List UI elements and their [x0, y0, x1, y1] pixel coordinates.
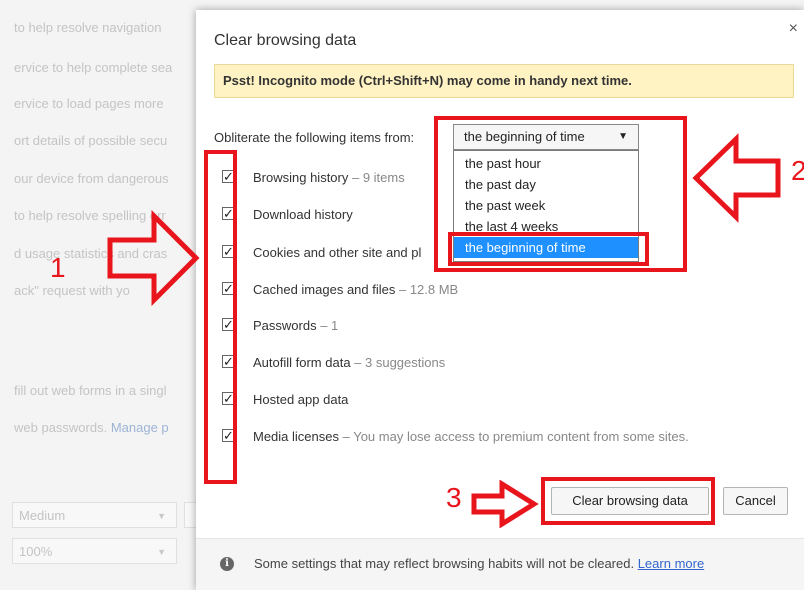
dialog-footer: i Some settings that may reflect browsin… — [196, 538, 804, 590]
checkbox-label: Passwords — [253, 318, 317, 333]
annotation-number-3: 3 — [446, 482, 462, 513]
cancel-button[interactable]: Cancel — [723, 487, 788, 515]
footer-note-text: Some settings that may reflect browsing … — [254, 556, 635, 571]
checkbox-detail: – 3 suggestions — [350, 355, 446, 370]
bg-passwords-prefix: web passwords. — [14, 420, 108, 435]
bg-zoom-value: 100% — [19, 544, 53, 559]
annotation-box-beginning-option — [448, 232, 649, 266]
checkbox-label: Hosted app data — [253, 392, 349, 407]
checkbox-detail: – 9 items — [348, 170, 405, 185]
checkbox-detail: – 1 — [316, 318, 339, 333]
obliterate-label: Obliterate the following items from: — [214, 130, 415, 145]
bg-setting-text: our device from dangerous — [14, 171, 169, 186]
footer-note: Some settings that may reflect browsing … — [254, 556, 704, 571]
bg-setting-text: to help resolve navigation — [14, 20, 162, 35]
checkbox-label: Media licenses — [253, 429, 339, 444]
learn-more-link[interactable]: Learn more — [638, 556, 704, 571]
annotation-box-clear-button — [541, 477, 715, 525]
chevron-down-icon: ▼ — [157, 511, 166, 521]
bg-setting-text: ervice to load pages more — [14, 96, 164, 111]
bg-passwords-text: web passwords. Manage p — [14, 420, 169, 435]
outline-arrow-icon — [692, 133, 781, 223]
annotation-number-1: 1 — [50, 252, 66, 283]
bg-font-size-value: Medium — [19, 508, 66, 523]
chevron-down-icon: ▼ — [157, 547, 166, 557]
outline-arrow-icon — [107, 210, 200, 306]
checkbox-label: Cached images and files — [253, 282, 396, 297]
bg-font-size-select: Medium ▼ — [12, 502, 177, 528]
close-icon[interactable]: × — [789, 20, 798, 38]
checkbox-label: Autofill form data — [253, 355, 351, 370]
checkbox-label: Browsing history — [253, 170, 349, 185]
bg-manage-passwords-link: Manage p — [110, 420, 169, 435]
dialog-title: Clear browsing data — [214, 32, 357, 49]
bg-setting-text: ort details of possible secu — [14, 133, 168, 148]
outline-arrow-icon — [471, 480, 539, 528]
bg-setting-text: fill out web forms in a singl — [14, 383, 167, 398]
checkbox-label: Download history — [253, 207, 353, 222]
bg-setting-text: ervice to help complete sea — [14, 60, 173, 75]
annotation-number-2: 2 — [791, 155, 804, 186]
annotation-box-checkboxes — [204, 150, 237, 484]
checkbox-label: Cookies and other site and pl — [253, 245, 422, 260]
incognito-banner: Psst! Incognito mode (Ctrl+Shift+N) may … — [214, 64, 794, 98]
checkbox-detail: – 12.8 MB — [395, 282, 459, 297]
info-icon: i — [220, 557, 234, 571]
checkbox-detail: – You may lose access to premium content… — [339, 429, 689, 444]
bg-zoom-select: 100% ▼ — [12, 538, 177, 564]
